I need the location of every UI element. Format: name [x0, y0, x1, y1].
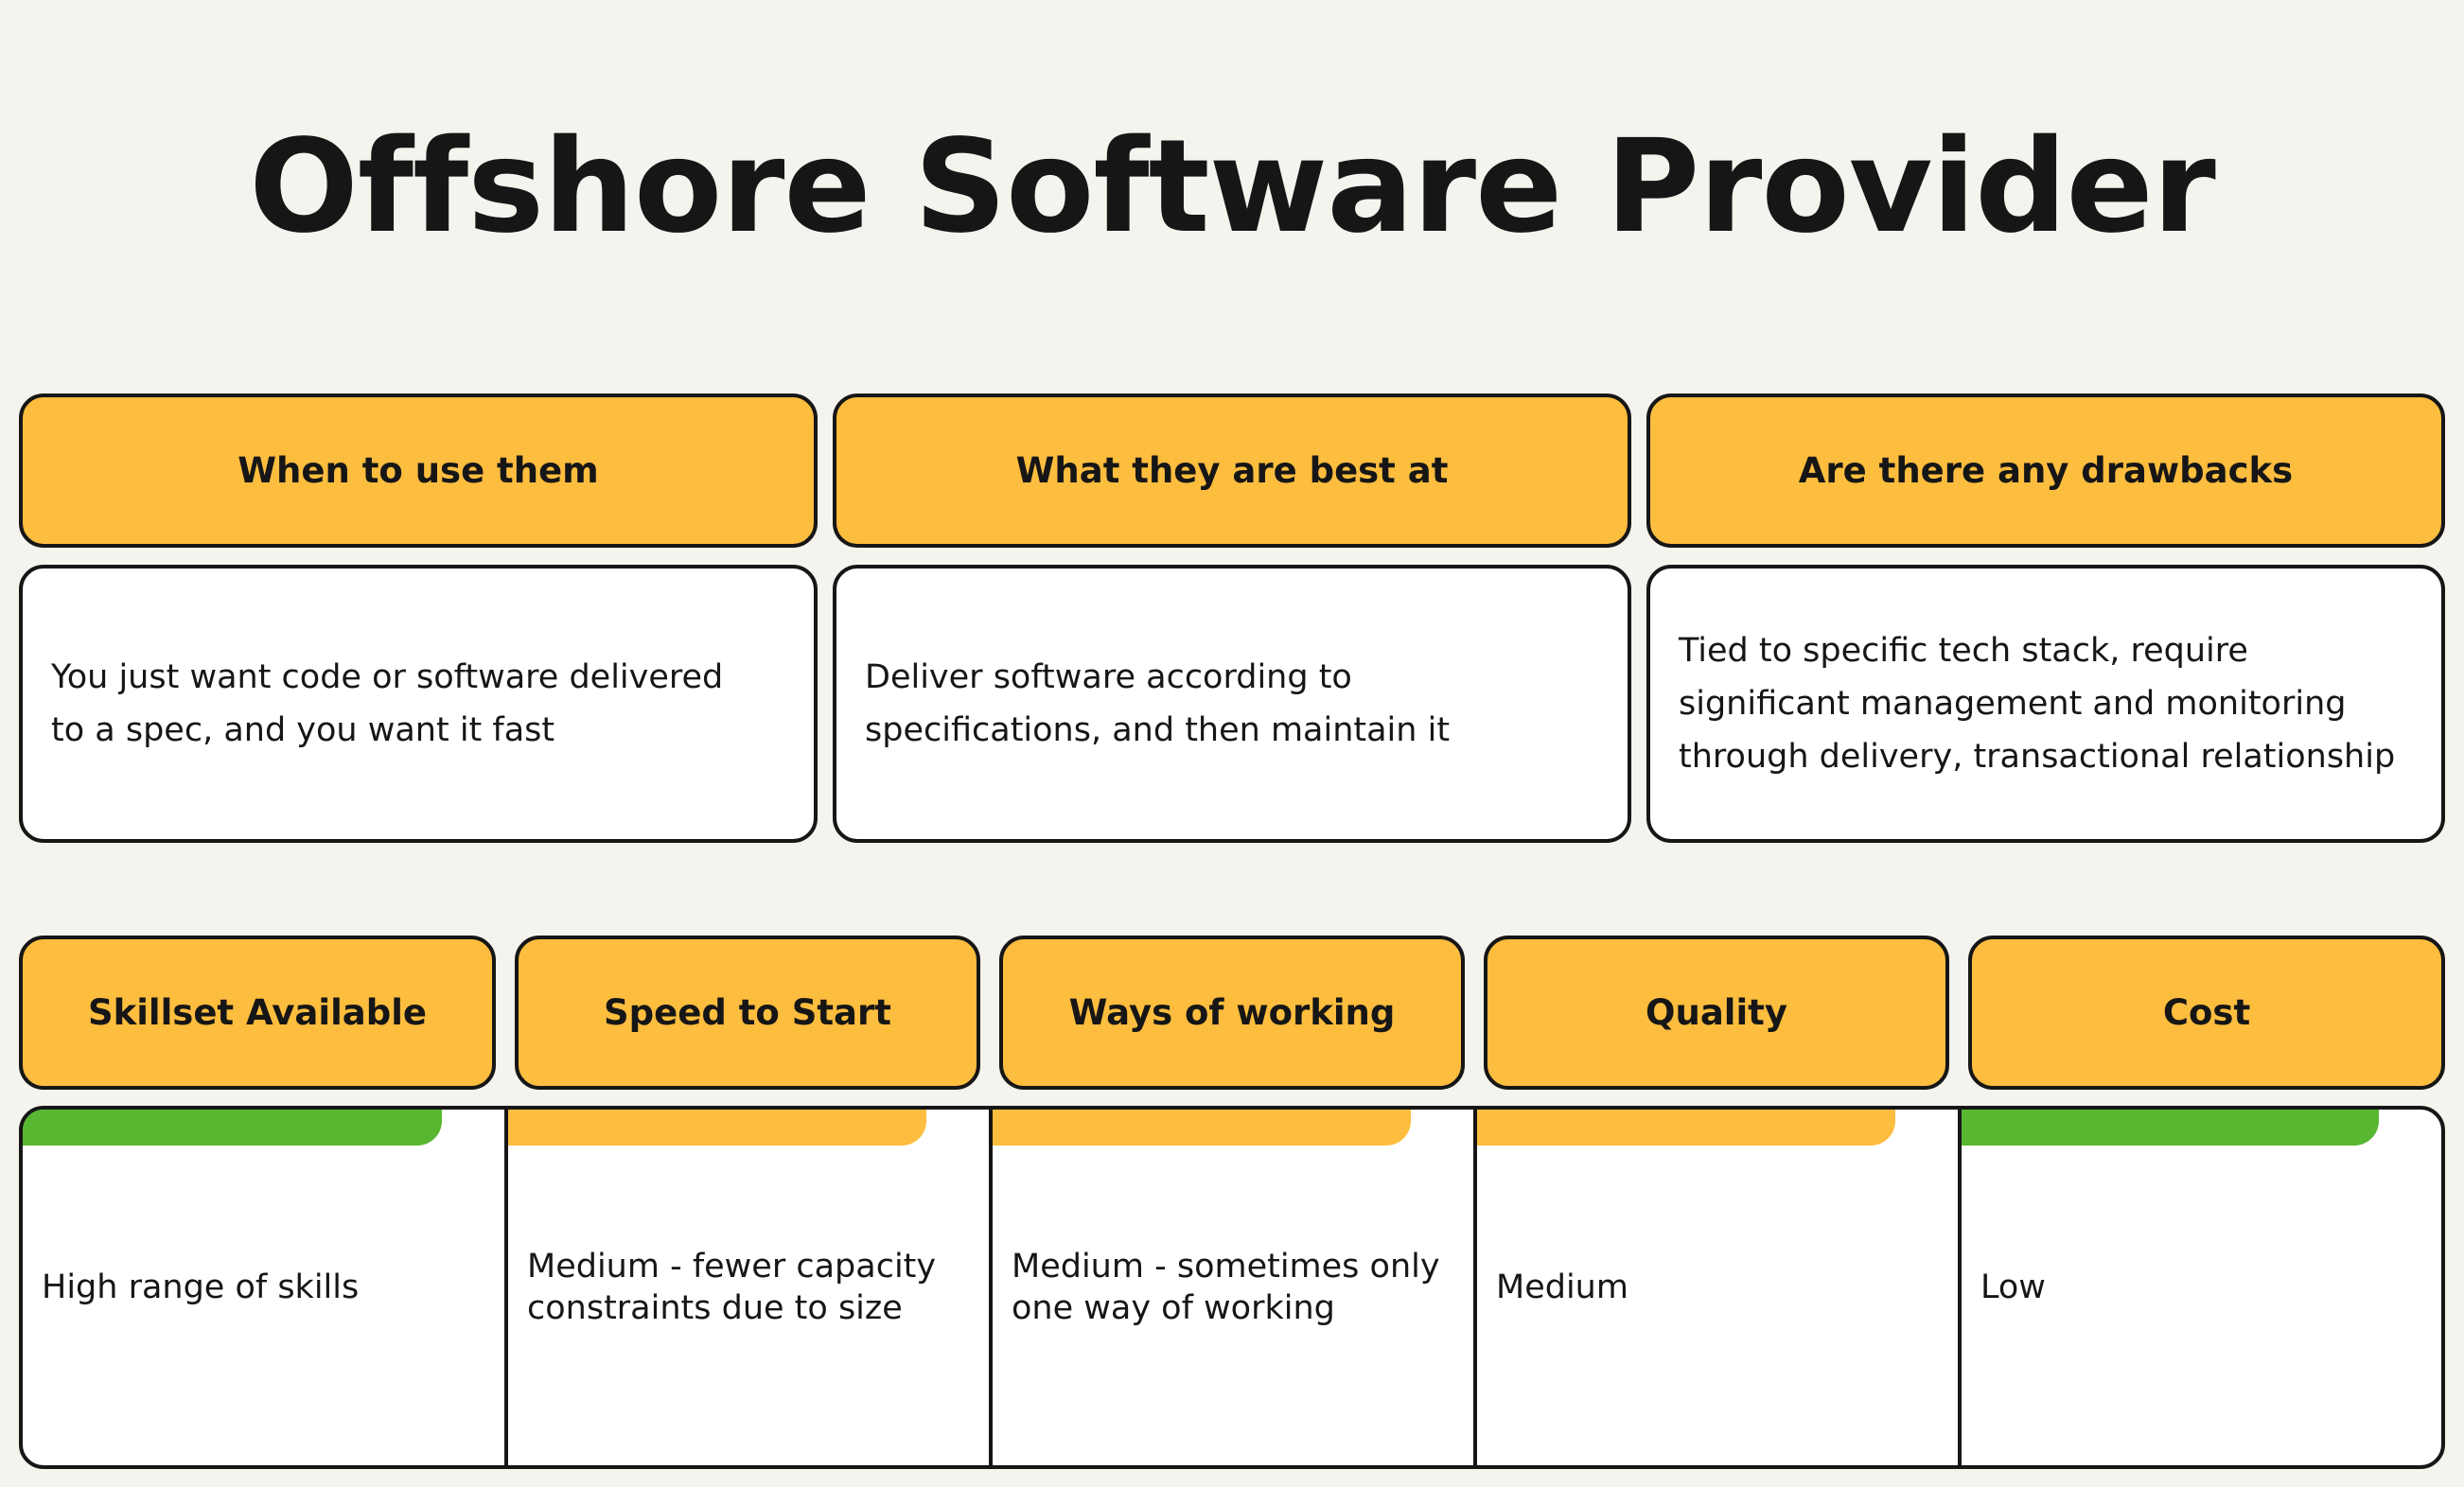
section-text: Tied to specific tech stack, require sig…	[1679, 632, 2396, 776]
criteria-heading-ways: Ways of working	[999, 936, 1465, 1090]
criteria-heading-speed: Speed to Start	[515, 936, 980, 1090]
criteria-cell-cost: Low	[1962, 1110, 2441, 1465]
rating-bar	[1477, 1110, 1895, 1146]
section-text: Deliver software according to specificat…	[865, 658, 1451, 749]
criteria-value: High range of skills	[42, 1268, 360, 1306]
page: Offshore Software Provider When to use t…	[0, 0, 2464, 1487]
criteria-value: Low	[1980, 1268, 2046, 1306]
criteria-value: Medium - fewer capacity constraints due …	[527, 1248, 937, 1327]
criteria-heading-cost: Cost	[1968, 936, 2445, 1090]
criteria-cell-skillset: High range of skills	[23, 1110, 508, 1465]
section-text-drawbacks: Tied to specific tech stack, require sig…	[1646, 565, 2445, 843]
rating-bar	[993, 1110, 1411, 1146]
criteria-table: High range of skills Medium - fewer capa…	[19, 1106, 2445, 1469]
criteria-cell-ways: Medium - sometimes only one way of worki…	[993, 1110, 1477, 1465]
page-title: Offshore Software Provider	[249, 113, 2216, 262]
section-text: You just want code or software delivered…	[51, 658, 724, 749]
section-text-when: You just want code or software delivered…	[19, 565, 818, 843]
rating-bar	[508, 1110, 926, 1146]
criteria-cell-speed: Medium - fewer capacity constraints due …	[508, 1110, 993, 1465]
criteria-value: Medium - sometimes only one way of worki…	[1012, 1248, 1440, 1327]
criteria-heading-skillset: Skillset Available	[19, 936, 496, 1090]
section-heading-when: When to use them	[19, 394, 818, 548]
criteria-cell-quality: Medium	[1477, 1110, 1962, 1465]
section-heading-best-at: What they are best at	[833, 394, 1631, 548]
section-heading-drawbacks: Are there any drawbacks	[1646, 394, 2445, 548]
criteria-heading-quality: Quality	[1484, 936, 1949, 1090]
criteria-value: Medium	[1496, 1268, 1628, 1306]
section-text-best-at: Deliver software according to specificat…	[833, 565, 1631, 843]
rating-bar	[23, 1110, 442, 1146]
rating-bar	[1962, 1110, 2380, 1146]
